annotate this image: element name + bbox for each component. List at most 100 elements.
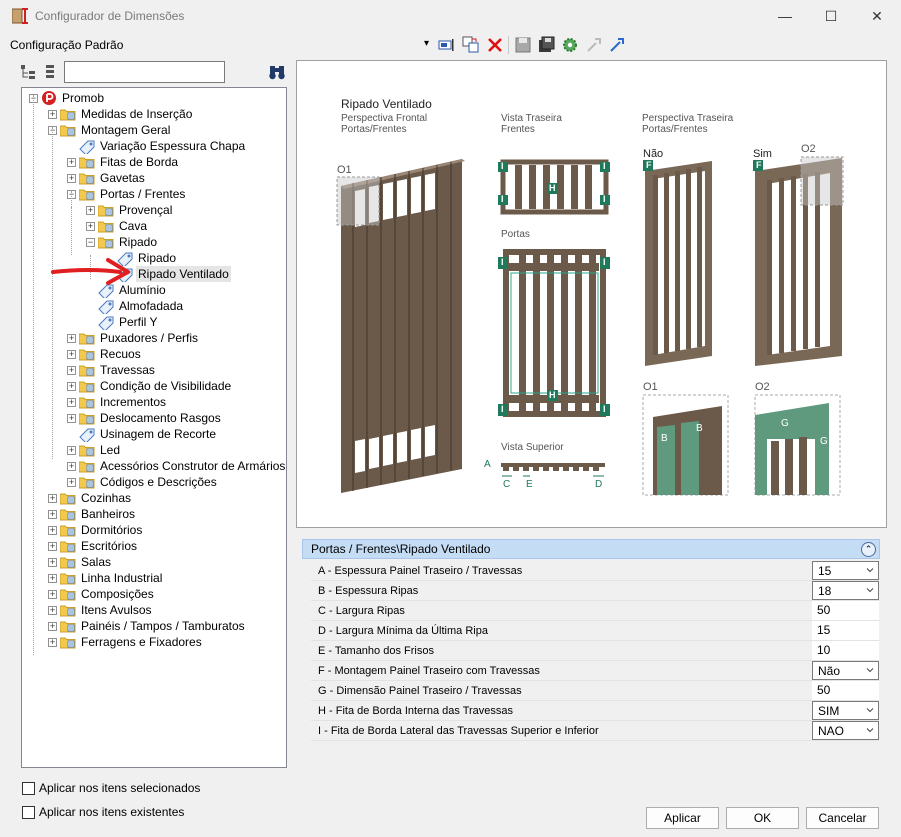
tree-item[interactable]: Variação Espessura Chapa	[98, 138, 247, 154]
chevron-down-icon[interactable]	[866, 726, 874, 734]
tree-expand-toggle[interactable]: +	[48, 622, 57, 631]
property-dropdown[interactable]: SIM	[812, 701, 879, 720]
tree-item[interactable]: Ferragens e Fixadores	[79, 634, 204, 650]
tree-expand-toggle[interactable]: +	[48, 558, 57, 567]
close-button[interactable]: ✕	[854, 0, 900, 32]
apply-selected-checkbox[interactable]	[22, 782, 35, 795]
tree-item[interactable]: Led	[98, 442, 122, 458]
tree-expand-toggle[interactable]: +	[67, 158, 76, 167]
folder-icon	[59, 508, 76, 524]
tree-item[interactable]: Promob	[60, 90, 106, 106]
chevron-down-icon[interactable]	[866, 586, 874, 594]
properties-header[interactable]: Portas / Frentes\Ripado Ventilado ⌃	[302, 539, 880, 559]
tree-item[interactable]: Linha Industrial	[79, 570, 164, 586]
tree-expand-toggle[interactable]: +	[67, 174, 76, 183]
tree-item[interactable]: Salas	[79, 554, 113, 570]
delete-icon[interactable]	[486, 36, 504, 54]
binoculars-search-icon[interactable]	[268, 64, 286, 80]
cancel-button[interactable]: Cancelar	[806, 807, 879, 829]
tree-expand-toggle[interactable]: +	[67, 446, 76, 455]
property-dropdown[interactable]: Não	[812, 661, 879, 680]
chevron-down-icon[interactable]	[866, 566, 874, 574]
tree-expand-toggle[interactable]: +	[67, 366, 76, 375]
tree-expand-toggle[interactable]: +	[67, 334, 76, 343]
apply-existing-checkbox[interactable]	[22, 806, 35, 819]
tree-item[interactable]: Ripado	[136, 250, 178, 266]
chevron-down-icon[interactable]	[866, 666, 874, 674]
tree-item[interactable]: Cozinhas	[79, 490, 133, 506]
tree-expand-toggle[interactable]: +	[48, 590, 57, 599]
tree-item[interactable]: Ripado	[117, 234, 159, 250]
minimize-button[interactable]: —	[762, 0, 808, 32]
apply-button[interactable]: Aplicar	[646, 807, 719, 829]
save-icon[interactable]	[514, 36, 532, 54]
property-dropdown[interactable]: NAO	[812, 721, 879, 740]
property-value-input[interactable]: 15	[812, 621, 879, 640]
tree-item[interactable]: Montagem Geral	[79, 122, 172, 138]
tree-expand-toggle[interactable]: +	[48, 494, 57, 503]
tree-item[interactable]: Gavetas	[98, 170, 147, 186]
collapse-chevron-icon[interactable]: ⌃	[861, 542, 876, 557]
tree-search-input[interactable]	[64, 61, 225, 83]
tree-item[interactable]: Portas / Frentes	[98, 186, 187, 202]
tree-item[interactable]: Almofadada	[117, 298, 185, 314]
settings-gear-icon[interactable]	[561, 36, 579, 54]
tree-item[interactable]: Provençal	[117, 202, 174, 218]
tree-expand-toggle[interactable]: +	[86, 206, 95, 215]
tree-expand-toggle[interactable]: +	[48, 510, 57, 519]
tree-item[interactable]: Banheiros	[79, 506, 137, 522]
tree-expand-toggle[interactable]: +	[67, 382, 76, 391]
tree-expand-toggle[interactable]: +	[48, 526, 57, 535]
tree-item[interactable]: Códigos e Descrições	[98, 474, 219, 490]
maximize-button[interactable]: ☐	[808, 0, 854, 32]
tree-item[interactable]: Medidas de Inserção	[79, 106, 194, 122]
tree-item[interactable]: Escritórios	[79, 538, 139, 554]
ok-button[interactable]: OK	[726, 807, 799, 829]
tree-item[interactable]: Acessórios Construtor de Armários	[98, 458, 287, 474]
tree-item[interactable]: Perfil Y	[117, 314, 159, 330]
collapse-tree-icon[interactable]	[44, 64, 56, 80]
tree-item[interactable]: Dormitórios	[79, 522, 144, 538]
tree-item[interactable]: Recuos	[98, 346, 143, 362]
folder-icon	[59, 620, 76, 636]
tree-expand-toggle[interactable]: +	[48, 574, 57, 583]
tree-item[interactable]: Cava	[117, 218, 149, 234]
tree-expand-toggle[interactable]: +	[67, 478, 76, 487]
property-value-input[interactable]: 50	[812, 681, 879, 700]
copy-config-icon[interactable]	[462, 36, 480, 54]
property-value: 50	[817, 683, 831, 697]
tree-expand-toggle[interactable]: +	[48, 606, 57, 615]
tree-expand-toggle[interactable]: +	[67, 350, 76, 359]
tree-item[interactable]: Painéis / Tampos / Tamburatos	[79, 618, 247, 634]
tree-item[interactable]: Incrementos	[98, 394, 168, 410]
tree-expand-toggle[interactable]: +	[67, 414, 76, 423]
expand-tree-icon[interactable]	[20, 64, 36, 80]
tree-item[interactable]: Travessas	[98, 362, 157, 378]
tree-item[interactable]: Fitas de Borda	[98, 154, 180, 170]
property-value-input[interactable]: 10	[812, 641, 879, 660]
property-dropdown[interactable]: 15	[812, 561, 879, 580]
rename-icon[interactable]	[438, 36, 456, 54]
tree-item[interactable]: Puxadores / Perfis	[98, 330, 200, 346]
tree-expand-toggle[interactable]: +	[48, 110, 57, 119]
tree-expand-toggle[interactable]: +	[67, 462, 76, 471]
tree-item[interactable]: Usinagem de Recorte	[98, 426, 218, 442]
tree-item[interactable]: Deslocamento Rasgos	[98, 410, 223, 426]
tree-item-selected[interactable]: Ripado Ventilado	[136, 266, 231, 282]
chevron-down-icon[interactable]	[866, 706, 874, 714]
property-value-input[interactable]: 50	[812, 601, 879, 620]
tree-item[interactable]: Itens Avulsos	[79, 602, 154, 618]
tree-collapse-toggle[interactable]: −	[86, 238, 95, 247]
tree-expand-toggle[interactable]: +	[86, 222, 95, 231]
import-icon[interactable]	[608, 36, 626, 54]
save-all-icon[interactable]	[538, 36, 556, 54]
tree-item[interactable]: Composições	[79, 586, 156, 602]
tree-expand-toggle[interactable]: +	[48, 542, 57, 551]
tree-expand-toggle[interactable]: +	[67, 398, 76, 407]
tree-item[interactable]: Condição de Visibilidade	[98, 378, 233, 394]
h-badge-1: H	[549, 183, 556, 193]
export-icon[interactable]	[585, 36, 603, 54]
property-dropdown[interactable]: 18	[812, 581, 879, 600]
tree-expand-toggle[interactable]: +	[48, 638, 57, 647]
config-dropdown-arrow[interactable]: ▾	[424, 38, 429, 49]
